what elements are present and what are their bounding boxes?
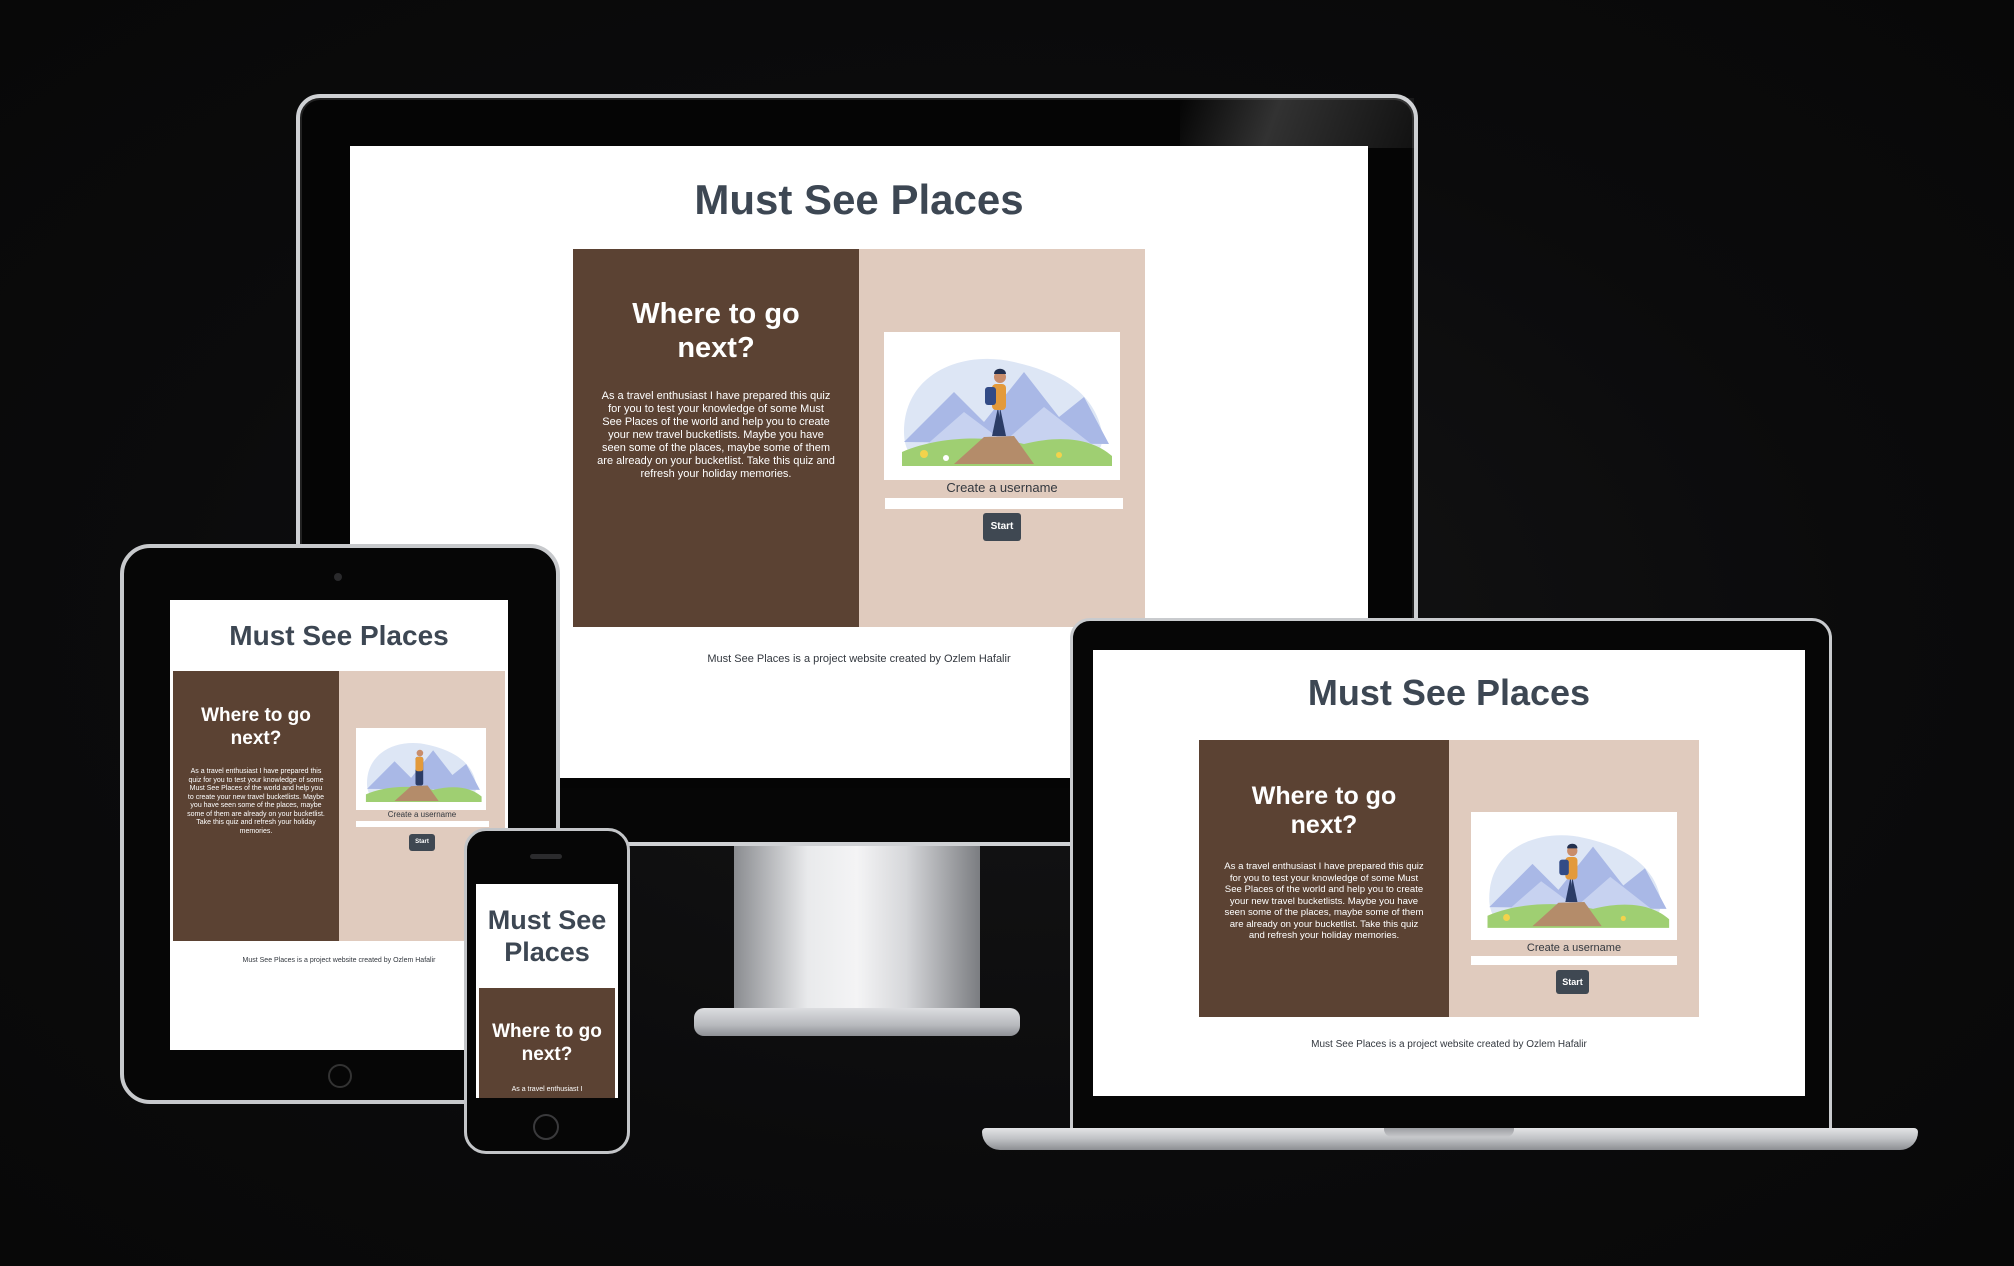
site-tablet: Must See Places Where to go next? As a t… [170, 600, 508, 1050]
intro-card: Where to go next? As a travel enthusiast… [1199, 740, 1699, 1017]
start-button[interactable]: Start [409, 834, 435, 851]
mockup-stage: Must See Places Where to go next? As a t… [0, 0, 2014, 1266]
card-heading: Where to go next? [201, 705, 311, 749]
ipad-screen: Must See Places Where to go next? As a t… [170, 600, 508, 1050]
page-title: Must See Places [694, 176, 1024, 223]
hiker-illustration [356, 728, 486, 810]
footer-text: Must See Places is a project website cre… [1311, 1039, 1587, 1050]
card-heading: Where to go next? [632, 298, 800, 364]
iphone-home-button [533, 1114, 559, 1140]
intro-card: Where to go next? As a travel enthusiast… [479, 988, 615, 1098]
card-text: As a travel enthusiast I have prepared t… [187, 768, 325, 835]
site-laptop: Must See Places Where to go next? As a t… [1093, 650, 1805, 1096]
intro-panel: Where to go next? As a travel enthusiast… [479, 988, 615, 1098]
card-heading: Where to go next? [1251, 782, 1397, 839]
hiker-illustration [884, 332, 1120, 480]
username-input[interactable] [1471, 956, 1677, 965]
hiker-illustration [1471, 812, 1677, 940]
intro-card: Where to go next? As a travel enthusiast… [173, 671, 505, 941]
card-text: As a travel enthusiast I have prepared t… [1224, 861, 1424, 941]
imac-stand [734, 846, 980, 1016]
macbook-screen: Must See Places Where to go next? As a t… [1093, 650, 1805, 1096]
iphone-speaker [530, 854, 562, 859]
start-panel: Create a username Start [1449, 740, 1699, 1017]
ipad-home-button [328, 1064, 352, 1088]
ipad-camera [334, 573, 342, 581]
imac-foot [694, 1008, 1020, 1036]
start-button[interactable]: Start [1556, 970, 1589, 994]
username-label: Create a username [1526, 942, 1622, 954]
card-text: As a travel enthusiast I have prepared t… [597, 390, 835, 480]
intro-panel: Where to go next? As a travel enthusiast… [173, 671, 339, 941]
intro-panel: Where to go next? As a travel enthusiast… [1199, 740, 1449, 1017]
page-title: Must See Places [1307, 672, 1591, 713]
username-input[interactable] [356, 821, 489, 827]
intro-card: Where to go next? As a travel enthusiast… [573, 249, 1145, 627]
hiker-illustration-icon [902, 358, 1112, 466]
start-button[interactable]: Start [983, 513, 1021, 541]
page-title: Must See Places [229, 620, 449, 651]
start-panel: Create a username Start [859, 249, 1145, 627]
username-input[interactable] [885, 498, 1123, 509]
hiker-illustration-icon [365, 743, 482, 803]
card-heading: Where to go next? [492, 1021, 602, 1065]
intro-panel: Where to go next? As a travel enthusiast… [573, 249, 859, 627]
card-text: As a travel enthusiast I [511, 1086, 583, 1093]
imac-glare [1180, 98, 1414, 148]
username-label: Create a username [946, 480, 1058, 495]
iphone-screen: Must See Places Where to go next? As a t… [476, 884, 618, 1098]
macbook-notch [1384, 1128, 1514, 1137]
site-mobile: Must See Places Where to go next? As a t… [476, 884, 618, 1098]
username-label: Create a username [387, 810, 457, 819]
hiker-illustration-icon [1487, 835, 1670, 928]
page-title: Must See Places [487, 905, 607, 967]
footer-text: Must See Places is a project website cre… [242, 957, 436, 964]
